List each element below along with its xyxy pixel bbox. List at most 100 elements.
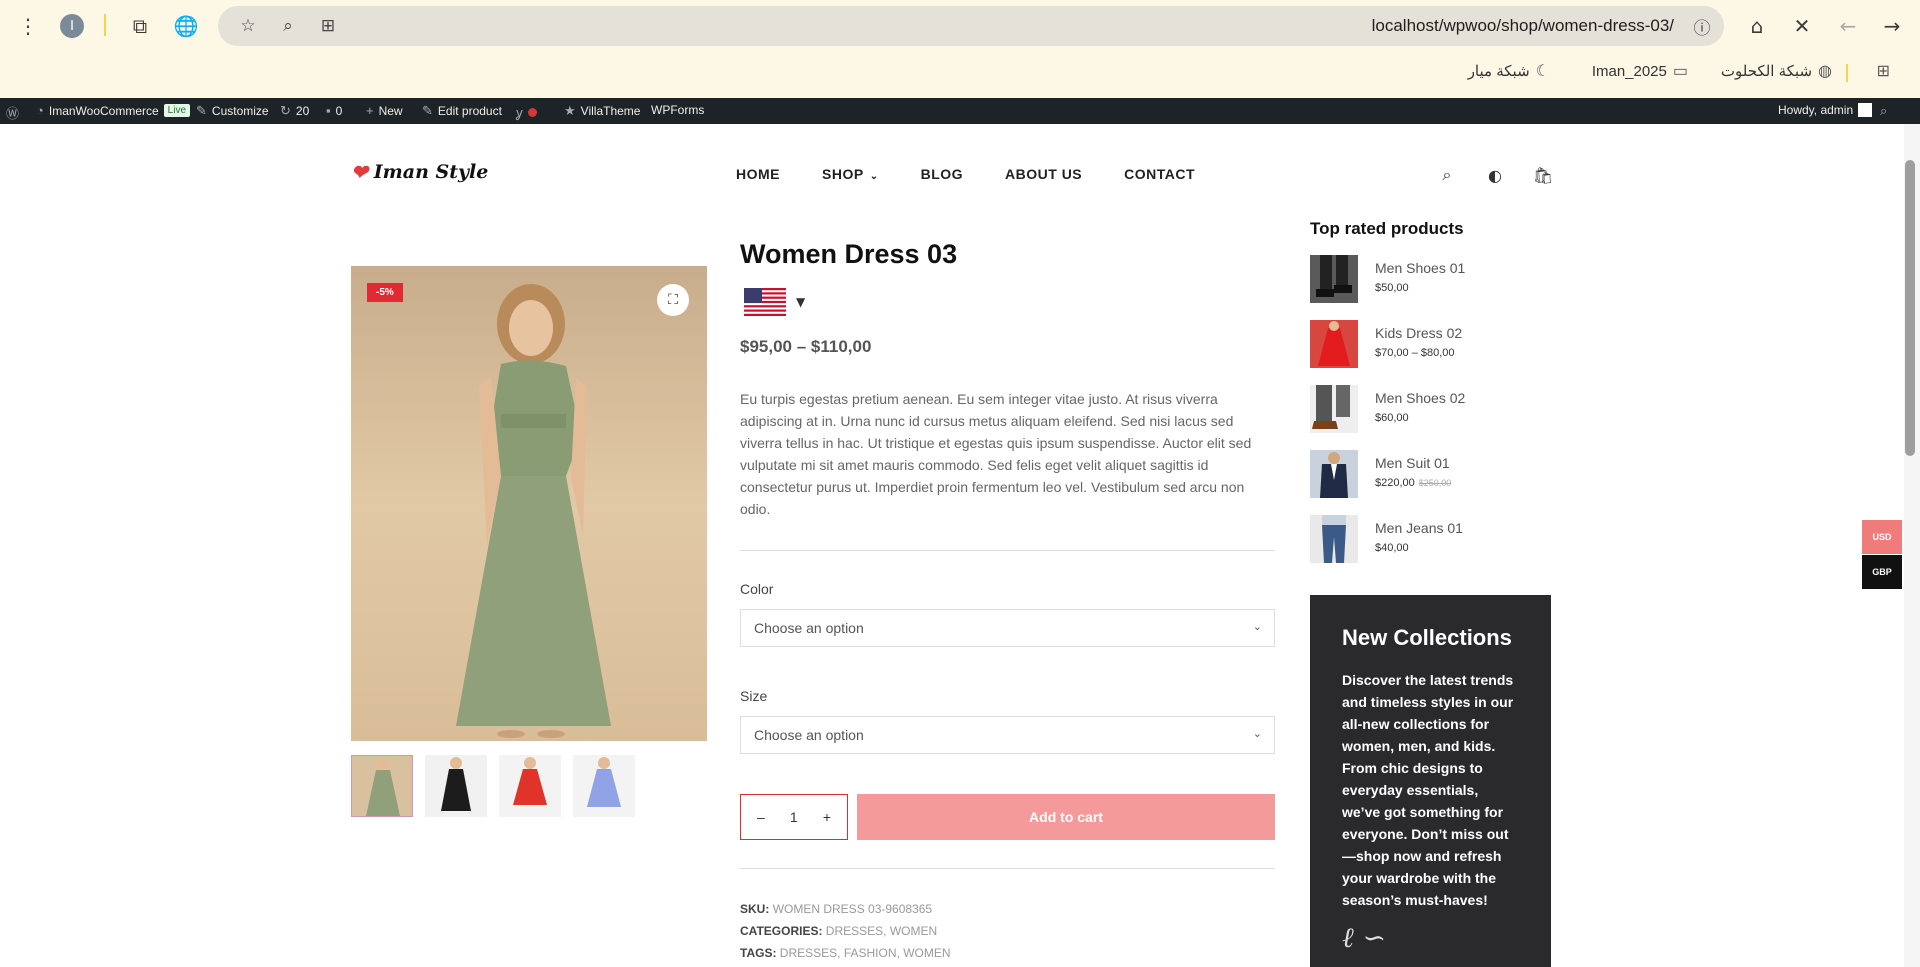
currency-gbp-button[interactable]: GBP (1862, 555, 1902, 589)
admin-villatheme[interactable]: ★ VillaTheme (564, 103, 640, 119)
product-description: Eu turpis egestas pretium aenean. Eu sem… (740, 391, 1252, 517)
yoast-icon: ỿ (516, 105, 523, 120)
pencil-icon: ✎ (422, 103, 433, 118)
add-to-cart-button[interactable]: Add to cart (857, 794, 1275, 840)
browser-toolbar: ⋮ I ⧉ 🌐 ☆ ⌕ ⊞ localhost/wpwoo/shop/women… (0, 0, 1920, 52)
dress-model-image (456, 284, 611, 738)
admin-wpforms[interactable]: WPForms (651, 103, 704, 117)
thumb-red-dress (499, 755, 561, 817)
extensions-icon[interactable]: ⧉ (126, 12, 154, 40)
product-tags: TAGS: DRESSES, FASHION, WOMEN (740, 946, 951, 960)
top-rated-price: $220,00 $250,00 (1375, 477, 1452, 489)
us-flag-icon[interactable] (744, 288, 786, 316)
admin-site-name[interactable]: ◔ ImanWooCommerce Live (36, 103, 191, 118)
tag-link[interactable]: FASHION (844, 946, 897, 960)
product-thumb (1310, 450, 1358, 498)
wpforms-label: WPForms (651, 103, 705, 117)
tag-link[interactable]: WOMEN (903, 946, 950, 960)
admin-edit-product[interactable]: ✎ Edit product (422, 103, 502, 119)
apps-grid-icon[interactable]: ⊞ (1877, 61, 1890, 81)
product-sku: SKU: WOMEN DRESS 03-9608365 (740, 902, 932, 916)
admin-new[interactable]: + New (366, 103, 403, 118)
admin-account[interactable]: Howdy, admin (1778, 103, 1873, 117)
admin-yoast[interactable]: ỿ (516, 103, 537, 121)
moon-icon: ☾ (1535, 63, 1550, 80)
top-rated-item[interactable]: Men Shoes 02 $60,00 (1310, 385, 1540, 435)
close-icon[interactable]: ✕ (1788, 12, 1816, 40)
top-rated-item[interactable]: Men Shoes 01 $50,00 (1310, 255, 1540, 305)
product-main-image[interactable]: -5% ⛶ (351, 266, 707, 741)
plus-icon: + (366, 103, 374, 118)
home-icon[interactable]: ⌂ (1743, 12, 1771, 40)
bookmark-item-2[interactable]: Iman_2025 ▭ (1592, 61, 1688, 81)
back-arrow-icon[interactable]: ← (1834, 12, 1862, 40)
top-rated-price: $70,00 – $80,00 (1375, 347, 1455, 359)
top-rated-item[interactable]: Kids Dress 02 $70,00 – $80,00 (1310, 320, 1540, 370)
color-select[interactable]: Choose an option ⌄ (740, 609, 1275, 647)
nav-shop[interactable]: SHOP ⌄ (822, 166, 879, 182)
browser-chrome: ⋮ I ⧉ 🌐 ☆ ⌕ ⊞ localhost/wpwoo/shop/women… (0, 0, 1920, 98)
gallery-thumbnails (351, 755, 635, 817)
site-logo[interactable]: ❤ Iman Style (351, 160, 488, 184)
tag-link[interactable]: DRESSES (780, 946, 837, 960)
minus-icon[interactable]: – (757, 809, 765, 825)
currency-usd-button[interactable]: USD (1862, 520, 1902, 554)
nav-blog[interactable]: BLOG (921, 166, 963, 182)
sale-badge: -5% (367, 283, 403, 302)
signature-image: ℓ ∽ (1342, 921, 1387, 954)
howdy-label: Howdy, admin (1778, 103, 1854, 117)
top-rated-item[interactable]: Men Suit 01 $220,00 $250,00 (1310, 450, 1540, 500)
fullscreen-icon[interactable]: ⛶ (657, 284, 689, 316)
wordpress-logo-icon[interactable]: Ⓦ (6, 103, 19, 122)
product-thumb (1310, 385, 1358, 433)
forward-arrow-icon[interactable]: → (1878, 12, 1906, 40)
extension-globe-icon[interactable]: 🌐 (172, 12, 200, 40)
bookmarks-bar: ⊞ شبكة الكحلوت ◍ Iman_2025 ▭ شبكة ميار ☾ (0, 56, 1920, 86)
address-bar[interactable]: ☆ ⌕ ⊞ localhost/wpwoo/shop/women-dress-0… (218, 6, 1724, 46)
main-nav: HOME SHOP ⌄ BLOG ABOUT US CONTACT (736, 166, 1195, 182)
logo-text: Iman Style (373, 161, 489, 183)
thumbnail-4[interactable] (573, 755, 635, 817)
translate-icon[interactable]: ⊞ (314, 12, 342, 40)
bookmark-label: شبكة الكحلوت (1720, 63, 1813, 80)
currency-dropdown-caret-icon[interactable]: ▼ (796, 295, 805, 309)
url-text[interactable]: localhost/wpwoo/shop/women-dress-03/ (1372, 16, 1674, 36)
category-link[interactable]: DRESSES (826, 924, 883, 938)
thumbnail-3[interactable] (499, 755, 561, 817)
category-link[interactable]: WOMEN (890, 924, 937, 938)
nav-home[interactable]: HOME (736, 166, 780, 182)
top-rated-price: $50,00 (1375, 282, 1409, 294)
bookmark-item-3[interactable]: شبكة ميار ☾ (1468, 61, 1550, 81)
top-rated-item[interactable]: Men Jeans 01 $40,00 (1310, 515, 1540, 565)
zoom-icon[interactable]: ⌕ (274, 12, 302, 40)
sku-value: WOMEN DRESS 03-9608365 (772, 902, 933, 916)
new-collections-widget: New Collections Discover the latest tren… (1310, 595, 1551, 967)
quantity-value[interactable]: 1 (790, 809, 798, 825)
site-info-icon[interactable]: ⓘ (1688, 12, 1716, 40)
nav-about[interactable]: ABOUT US (1005, 166, 1082, 182)
size-label: Size (740, 688, 768, 704)
thumbnail-1[interactable] (351, 755, 413, 817)
admin-search-icon[interactable]: ⌕ (1880, 103, 1887, 119)
admin-customize[interactable]: ✎ Customize (196, 103, 269, 119)
account-icon[interactable]: ◐ (1484, 164, 1506, 186)
bookmark-star-icon[interactable]: ☆ (234, 12, 262, 40)
thumbnail-2[interactable] (425, 755, 487, 817)
scrollbar-thumb[interactable] (1905, 160, 1915, 456)
nav-contact[interactable]: CONTACT (1124, 166, 1195, 182)
avatar (1858, 103, 1873, 117)
search-icon[interactable]: ⌕ (1436, 164, 1458, 186)
chevron-down-icon: ⌄ (869, 171, 879, 182)
thumb-blue-dress (573, 755, 635, 817)
admin-comments[interactable]: ▪ 0 (326, 103, 342, 118)
admin-updates[interactable]: ↻ 20 (280, 103, 309, 119)
bookmark-item-1[interactable]: شبكة الكحلوت ◍ (1721, 61, 1832, 81)
product-title: Women Dress 03 (740, 239, 958, 269)
size-select[interactable]: Choose an option ⌄ (740, 716, 1275, 754)
browser-menu-icon[interactable]: ⋮ (14, 12, 42, 40)
plus-icon[interactable]: + (823, 809, 831, 825)
profile-avatar[interactable]: I (58, 12, 86, 40)
cart-icon[interactable]: 🛍 (1532, 164, 1554, 186)
customize-label: Customize (211, 104, 269, 118)
globe-icon: ◍ (1818, 63, 1832, 80)
